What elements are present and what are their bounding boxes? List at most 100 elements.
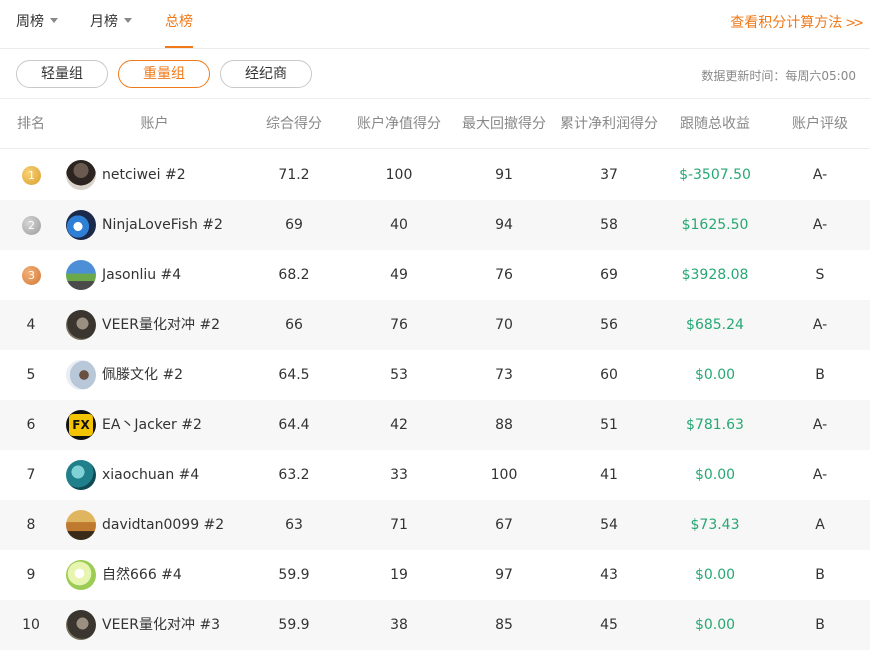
avatar[interactable] [66,360,96,390]
grade-cell: B [815,617,825,633]
account-name[interactable]: davidtan0099 #2 [102,500,224,550]
follow-return-cell: $0.00 [694,567,736,583]
follow-return-cell: $3928.08 [681,267,749,283]
account-cell[interactable]: davidtan0099 #2 [62,500,247,550]
score-method-link[interactable]: 查看积分计算方法 >> [730,0,864,46]
table-row[interactable]: 7 xiaochuan #4 63.2 33 100 41 $0.00 A- [0,450,870,500]
rank-cell: 3 [0,250,62,300]
nav-score-cell: 38 [390,617,408,633]
avatar[interactable] [66,260,96,290]
tab-weekly[interactable]: 周榜 [16,0,58,49]
nav-score-cell: 53 [390,367,408,383]
nav-score-cell: 33 [390,467,408,483]
nav-score-cell: 42 [390,417,408,433]
header-follow-return: 跟随总收益 [680,116,750,132]
account-name[interactable]: 自然666 #4 [102,550,182,600]
account-cell[interactable]: 自然666 #4 [62,550,247,600]
table-row[interactable]: 10 VEER量化对冲 #3 59.9 38 85 45 $0.00 B [0,600,870,650]
account-cell[interactable]: NinjaLoveFish #2 [62,200,247,250]
account-name[interactable]: NinjaLoveFish #2 [102,200,223,250]
data-update-time: 数据更新时间：每周六05:00 [701,69,856,83]
table-row[interactable]: 1 netciwei #2 71.2 100 91 37 $-3507.50 A- [0,150,870,200]
nav-score-cell: 71 [390,517,408,533]
tab-monthly[interactable]: 月榜 [90,0,132,49]
avatar[interactable] [66,160,96,190]
table-row[interactable]: 4 VEER量化对冲 #2 66 76 70 56 $685.24 A- [0,300,870,350]
table-row[interactable]: 2 NinjaLoveFish #2 69 40 94 58 $1625.50 A- [0,200,870,250]
bronze-medal-icon: 3 [22,266,41,285]
table-row[interactable]: 3 Jasonliu #4 68.2 49 76 69 $3928.08 S [0,250,870,300]
account-name[interactable]: 佩滕文化 #2 [102,350,183,400]
table-row[interactable]: 6 FX EA丶Jacker #2 64.4 42 88 51 $781.63 A- [0,400,870,450]
account-cell[interactable]: xiaochuan #4 [62,450,247,500]
grade-cell: A- [812,167,828,183]
rank-cell: 2 [0,200,62,250]
score-cell: 71.2 [278,167,310,183]
gold-medal-icon: 1 [22,166,41,185]
tab-weekly-label: 周榜 [16,14,44,30]
profit-score-cell: 54 [600,517,618,533]
table-row[interactable]: 9 自然666 #4 59.9 19 97 43 $0.00 B [0,550,870,600]
avatar[interactable] [66,210,96,240]
rank-cell: 8 [26,517,36,533]
avatar[interactable] [66,460,96,490]
profit-score-cell: 60 [600,367,618,383]
avatar[interactable] [66,560,96,590]
grade-cell: A [815,517,825,533]
grade-cell: A- [812,217,828,233]
table-row[interactable]: 5 佩滕文化 #2 64.5 53 73 60 $0.00 B [0,350,870,400]
nav-score-cell: 19 [390,567,408,583]
rank-cell: 4 [26,317,36,333]
follow-return-cell: $73.43 [690,517,740,533]
account-cell[interactable]: VEER量化对冲 #2 [62,300,247,350]
account-name[interactable]: xiaochuan #4 [102,450,199,500]
score-cell: 64.5 [278,367,310,383]
profit-score-cell: 69 [600,267,618,283]
header-score: 综合得分 [266,116,322,132]
tab-monthly-label: 月榜 [90,14,118,30]
follow-return-cell: $0.00 [694,367,736,383]
account-name[interactable]: netciwei #2 [102,150,186,200]
account-name[interactable]: Jasonliu #4 [102,250,181,300]
score-cell: 59.9 [278,567,310,583]
grade-cell: B [815,567,825,583]
caret-down-icon [50,17,58,23]
avatar[interactable]: FX [66,410,96,440]
account-cell[interactable]: Jasonliu #4 [62,250,247,300]
group-light-button[interactable]: 轻量组 [16,60,108,88]
rank-cell: 6 [26,417,36,433]
score-cell: 59.9 [278,617,310,633]
grade-cell: S [815,267,825,283]
avatar[interactable] [66,610,96,640]
account-name[interactable]: EA丶Jacker #2 [102,400,202,450]
group-heavy-button[interactable]: 重量组 [118,60,210,88]
avatar[interactable] [66,510,96,540]
drawdown-score-cell: 94 [495,217,513,233]
header-nav-score: 账户净值得分 [357,116,441,132]
rank-cell: 9 [26,567,36,583]
profit-score-cell: 43 [600,567,618,583]
follow-return-cell: $781.63 [686,417,744,433]
account-cell[interactable]: netciwei #2 [62,150,247,200]
double-chevron-right-icon: >> [845,16,864,31]
tab-total-label: 总榜 [165,14,193,30]
table-row[interactable]: 8 davidtan0099 #2 63 71 67 54 $73.43 A [0,500,870,550]
account-cell[interactable]: 佩滕文化 #2 [62,350,247,400]
tab-total[interactable]: 总榜 [165,0,193,49]
account-name[interactable]: VEER量化对冲 #2 [102,300,220,350]
nav-score-cell: 49 [390,267,408,283]
header-grade: 账户评级 [792,116,848,132]
group-broker-button[interactable]: 经纪商 [220,60,312,88]
avatar[interactable] [66,310,96,340]
drawdown-score-cell: 76 [495,267,513,283]
drawdown-score-cell: 91 [495,167,513,183]
account-name[interactable]: VEER量化对冲 #3 [102,600,220,650]
header-rank: 排名 [17,116,45,132]
account-cell[interactable]: VEER量化对冲 #3 [62,600,247,650]
account-cell[interactable]: FX EA丶Jacker #2 [62,400,247,450]
follow-return-cell: $0.00 [694,467,736,483]
score-cell: 66 [285,317,303,333]
grade-cell: A- [812,417,828,433]
rank-cell: 1 [0,150,62,200]
drawdown-score-cell: 85 [495,617,513,633]
